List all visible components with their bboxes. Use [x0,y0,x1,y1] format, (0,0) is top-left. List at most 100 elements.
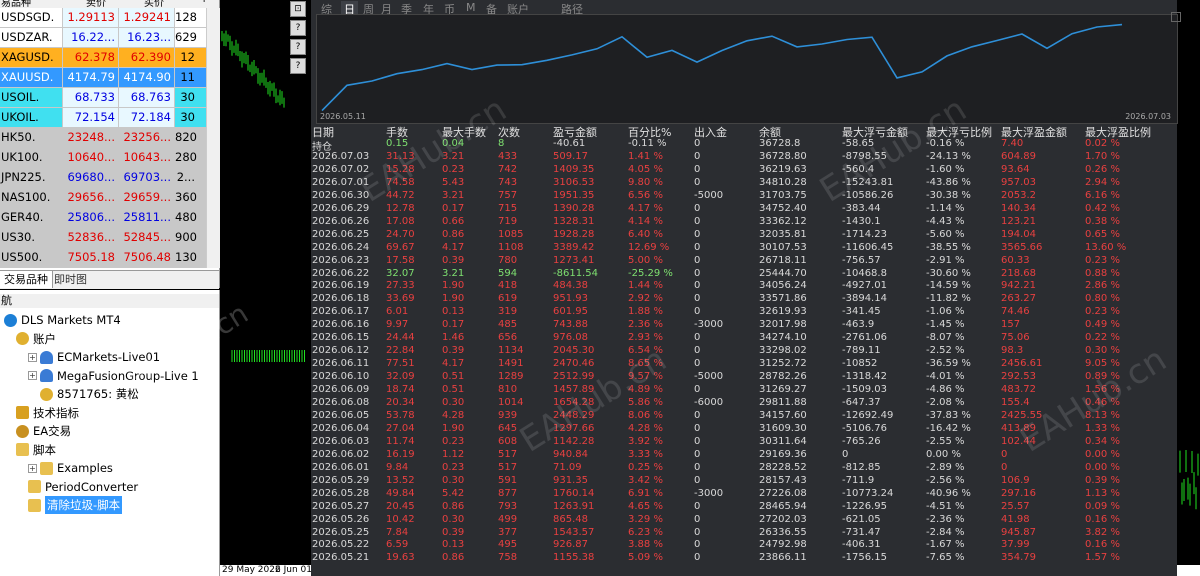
table-row[interactable]: 2026.06.24 69.67 4.17 1108 3389.42 12.69 % 0 30… [311,241,1177,255]
market-watch-row[interactable]: UKOIL. 72.154 72.184 30 [0,108,219,128]
market-watch-row[interactable]: XAGUSD. 62.378 62.390 12 [0,48,219,68]
table-cell: 0 [694,215,701,227]
spread-value: 130 [175,250,197,264]
table-cell: 619 [498,293,518,305]
market-watch-row[interactable]: GER40. 25806... 25811... 480 [0,208,219,228]
table-row[interactable]: 2026.06.26 17.08 0.66 719 1328.31 4.14 % 0 3336… [311,215,1177,229]
table-cell: 9.84 [386,461,409,473]
table-row[interactable]: 2026.06.19 27.33 1.90 418 484.38 1.44 % 0 34056… [311,280,1177,293]
table-cell: 0.13 [442,306,465,318]
table-cell: 0.42 % [1085,202,1120,214]
table-cell: 140.34 [1001,202,1036,214]
col-header-spread[interactable]: ↑ [200,0,208,5]
table-row[interactable]: 2026.06.16 9.97 0.17 485 743.88 2.36 % -3000 32… [311,319,1177,332]
market-watch-row[interactable]: XAUUSD. 4174.79 4174.90 11 [0,68,219,88]
table-cell: 32619.93 [759,306,807,318]
table-row[interactable]: 2026.06.29 12.78 0.17 715 1390.28 4.17 % 0 3475… [311,202,1177,216]
table-row[interactable]: 2026.05.25 7.84 0.39 377 1543.57 6.23 % 0 26336… [311,526,1177,540]
table-row[interactable]: 2026.06.10 32.09 0.51 1289 2512.99 9.57 % -500… [311,371,1177,384]
market-watch-row[interactable]: JPN225. 69680... 69703... 2... [0,168,219,188]
table-cell: 1.90 [442,293,465,305]
table-cell: 2026.05.22 [312,539,370,551]
table-cell: 0.09 % [1085,500,1120,512]
table-cell: 28782.26 [759,371,807,383]
table-row[interactable]: 2026.05.22 6.59 0.13 495 926.87 3.88 % 0 24792.… [311,539,1177,552]
table-cell: 0 [694,332,701,344]
question-icon[interactable]: ? [290,20,306,36]
table-row[interactable]: 2026.05.28 49.84 5.42 877 1760.14 6.91 % -3000… [311,487,1177,501]
navigator-item[interactable]: 技术指标 [16,404,79,422]
table-cell: -25.29 % [628,267,673,279]
table-row[interactable]: 2026.05.21 19.63 0.86 758 1155.38 5.09 % 0 2386… [311,552,1177,565]
table-cell: 2045.30 [553,345,595,357]
market-watch-row[interactable]: US500. 7505.18 7506.48 130 [0,248,219,268]
table-cell: 656 [498,332,518,344]
close-icon[interactable] [1171,12,1181,22]
table-cell: 433 [498,150,518,162]
script-icon [28,480,41,493]
navigator-item[interactable]: PeriodConverter [28,478,138,496]
market-watch-panel: 易品种 卖价 买价 ↑ USDSGD.1.291131.29241128USDZ… [0,0,220,289]
table-cell: -2.56 % [926,474,965,486]
table-cell: 2.92 % [628,293,663,305]
expand-icon[interactable]: + [28,371,37,380]
table-cell: 0.30 [442,474,465,486]
table-cell: 517 [498,461,518,473]
table-row[interactable]: 2026.05.26 10.42 0.30 499 865.48 3.29 % 0 27202… [311,514,1177,527]
table-cell: 810 [498,384,518,396]
question-icon[interactable]: ? [290,58,306,74]
table-row[interactable]: 2026.06.15 24.44 1.46 656 976.08 2.93 % 0 34274… [311,332,1177,345]
table-cell: 9.97 [386,319,409,331]
navigator-item[interactable]: 脚本 [16,441,56,459]
table-cell: 3389.42 [553,241,595,253]
table-row[interactable]: 2026.06.23 17.58 0.39 780 1273.41 5.00 % 0 2671… [311,255,1177,268]
market-watch-row[interactable]: USDZAR. 16.22... 16.23... 629 [0,28,219,48]
table-row[interactable]: 2026.06.17 6.01 0.13 319 601.95 1.88 % 0 32619.… [311,306,1177,319]
table-row[interactable]: 2026.05.29 13.52 0.30 591 931.35 3.42 % 0 28157… [311,474,1177,488]
table-row[interactable]: 2026.06.25 24.70 0.86 1085 1928.28 6.40 % 0 320… [311,228,1177,242]
table-cell: 13.60 % [1085,241,1127,253]
navigator-item[interactable]: 清除垃圾-脚本 [28,496,123,514]
table-cell: 194.04 [1001,228,1036,240]
tab-tick-chart[interactable]: 即时图 [50,271,106,288]
table-cell: 0 [1001,461,1008,473]
market-watch-row[interactable]: NAS100. 29656... 29659... 360 [0,188,219,208]
table-row[interactable]: 2026.06.18 33.69 1.90 619 951.93 2.92 % 0 33571… [311,293,1177,306]
navigator-item[interactable]: DLS Markets MT4 [4,311,121,329]
navigator-item[interactable]: EA交易 [16,422,71,440]
table-cell: 931.35 [553,474,588,486]
table-row[interactable]: 2026.06.30 44.72 3.21 757 1951.35 6.56 % -5000… [311,190,1177,203]
market-watch-scrollbar[interactable] [206,8,220,268]
table-row[interactable]: 2026.06.12 22.84 0.39 1134 2045.30 6.54 % 0 332… [311,345,1177,358]
tab-symbols[interactable]: 交易品种 [0,271,53,288]
market-watch-row[interactable]: USDSGD. 1.29113 1.29241 128 [0,8,219,28]
report-tab[interactable]: M [466,1,476,14]
lock-icon[interactable]: ⊡ [290,1,306,17]
table-cell: 2026.06.01 [312,461,370,473]
expand-icon[interactable]: + [28,352,37,362]
help-icon[interactable]: ? [290,39,306,55]
table-cell: 8.06 % [628,409,663,421]
table-row[interactable]: 2026.06.09 18.74 0.51 810 1457.89 4.89 % 0 3126… [311,384,1177,397]
market-watch-row[interactable]: US30. 52836... 52845... 900 [0,228,219,248]
table-cell: -647.37 [842,397,881,408]
table-cell: -12692.49 [842,409,894,421]
navigator-item[interactable]: 8571765: 黄松 [40,385,139,403]
symbol-name: UK100. [0,148,63,167]
table-cell: 0.39 [442,526,465,538]
table-cell: 743 [498,176,518,188]
market-watch-row[interactable]: HK50. 23248... 23256... 820 [0,128,219,148]
table-row[interactable]: 2026.06.01 9.84 0.23 517 71.09 0.25 % 0 28228.5… [311,461,1177,475]
table-cell: 1760.14 [553,487,595,499]
spread-value: 280 [175,150,197,164]
market-watch-row[interactable]: USOIL. 68.733 68.763 30 [0,88,219,108]
table-row[interactable]: 2026.06.22 32.07 3.21 594 -8611.54 -25.29 % 0 2… [311,267,1177,281]
table-cell: 951.93 [553,293,588,305]
table-row[interactable]: 2026.05.27 20.45 0.86 793 1263.91 4.65 % 0 2846… [311,500,1177,514]
expand-icon[interactable]: + [28,463,37,473]
navigator-item[interactable]: 账户 [16,330,56,348]
navigator-item[interactable]: + Examples [28,459,113,477]
table-row[interactable]: 2026.07.01 74.58 5.43 743 3106.53 9.80 % 0 3481… [311,176,1177,190]
table-row[interactable]: 2026.06.11 77.51 4.17 1491 2470.46 8.65 % 0 312… [311,358,1177,371]
market-watch-row[interactable]: UK100. 10640... 10643... 280 [0,148,219,168]
